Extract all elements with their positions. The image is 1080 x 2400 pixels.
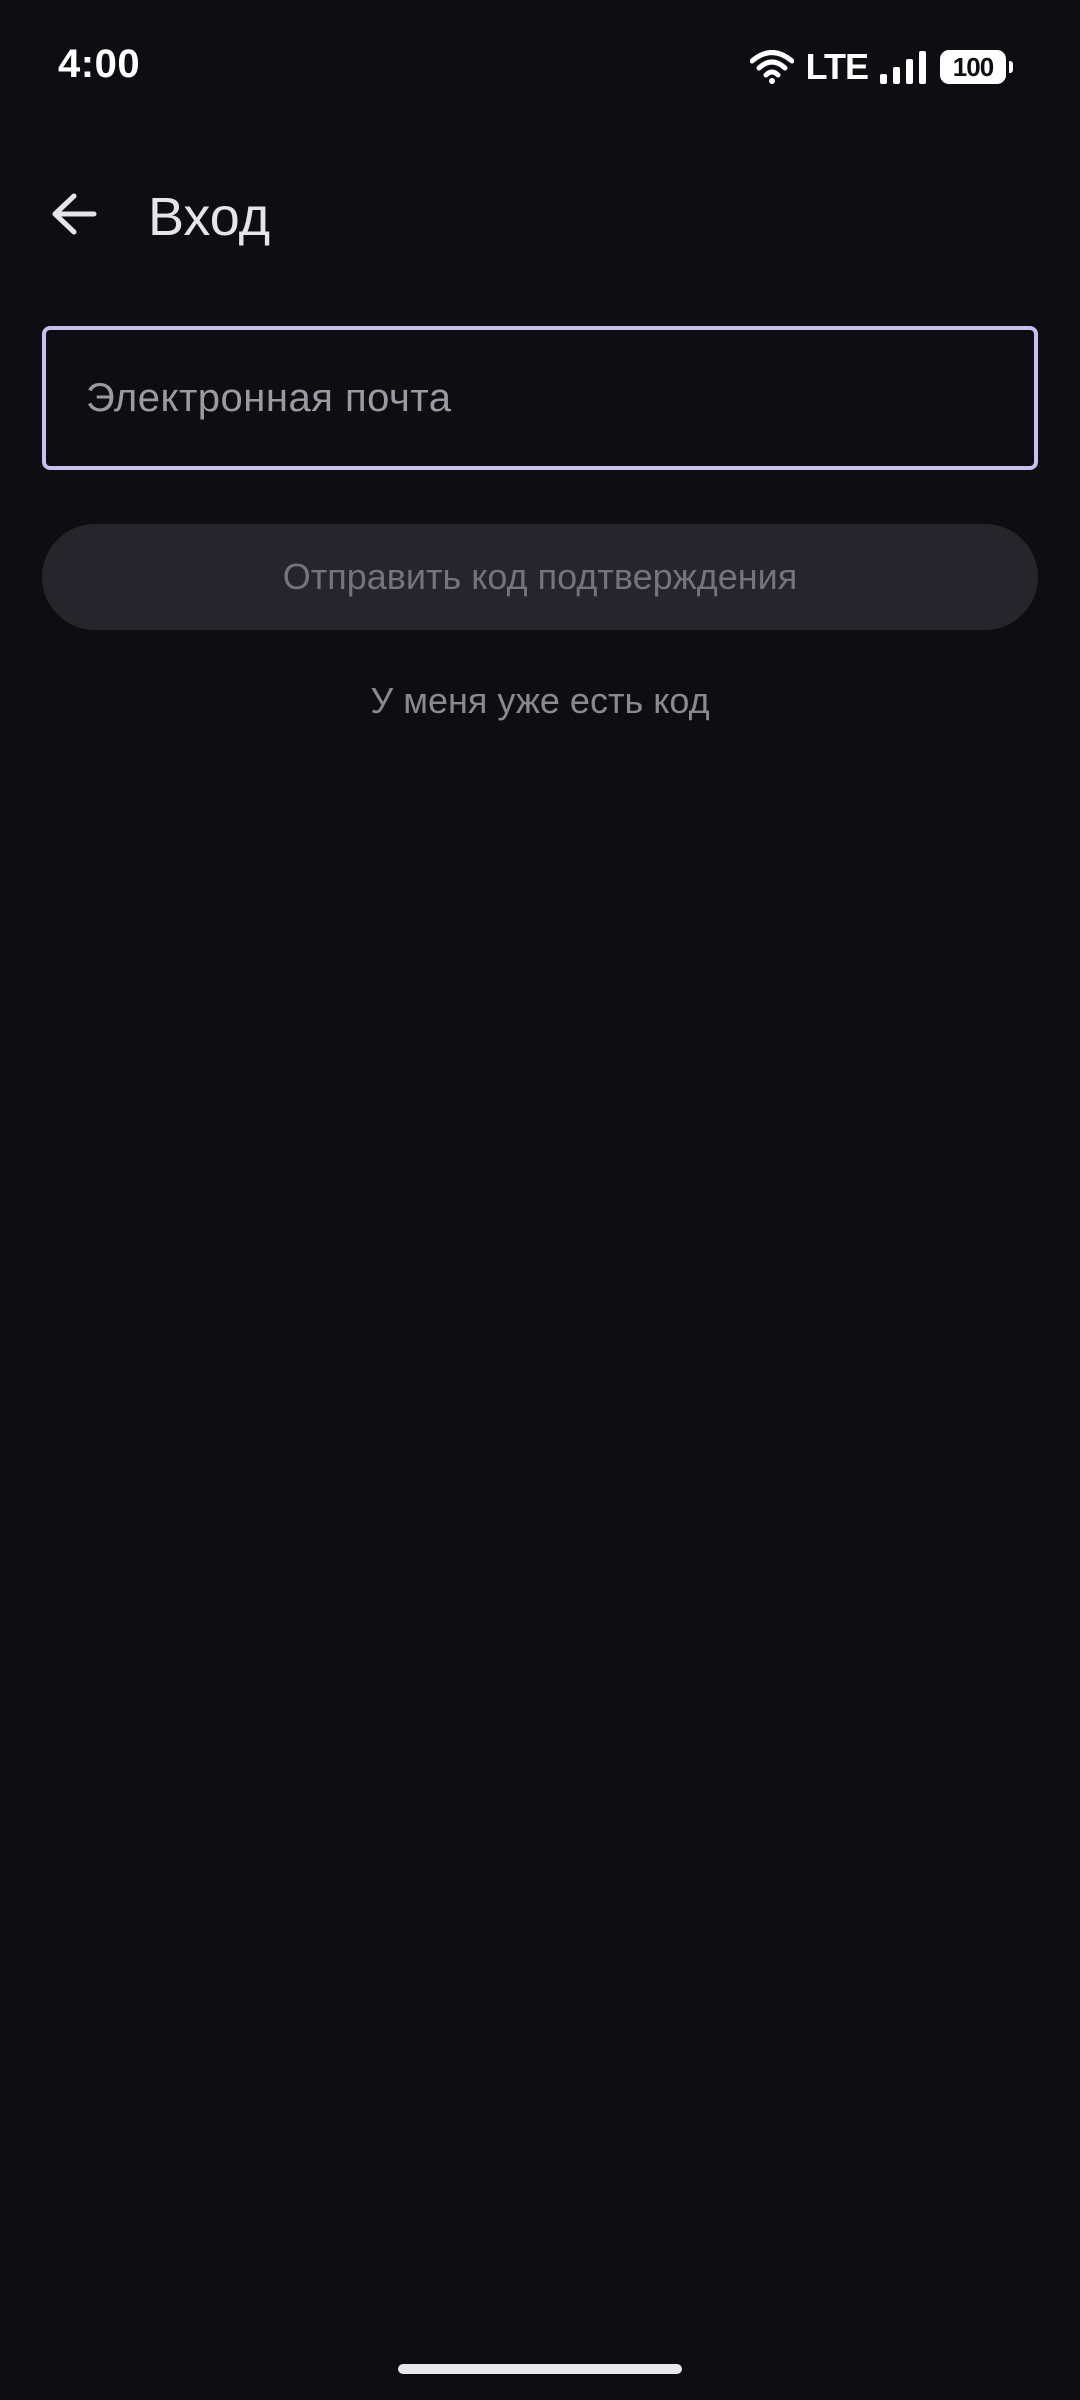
email-field[interactable] xyxy=(42,326,1038,470)
back-button[interactable] xyxy=(42,184,106,248)
status-bar: 4:00 LTE 100 xyxy=(0,0,1080,130)
battery-level: 100 xyxy=(952,51,994,82)
status-icons: LTE 100 xyxy=(749,46,1013,88)
signal-icon xyxy=(880,50,928,84)
arrow-left-icon xyxy=(50,192,98,241)
have-code-link[interactable]: У меня уже есть код xyxy=(0,680,1080,722)
page-title: Вход xyxy=(148,187,271,247)
battery-icon: 100 xyxy=(940,50,1013,84)
network-type-label: LTE xyxy=(805,46,869,87)
send-code-button[interactable]: Отправить код подтверждения xyxy=(42,524,1038,630)
home-indicator[interactable] xyxy=(398,2364,682,2374)
status-time: 4:00 xyxy=(58,42,141,86)
wifi-icon xyxy=(749,50,794,84)
